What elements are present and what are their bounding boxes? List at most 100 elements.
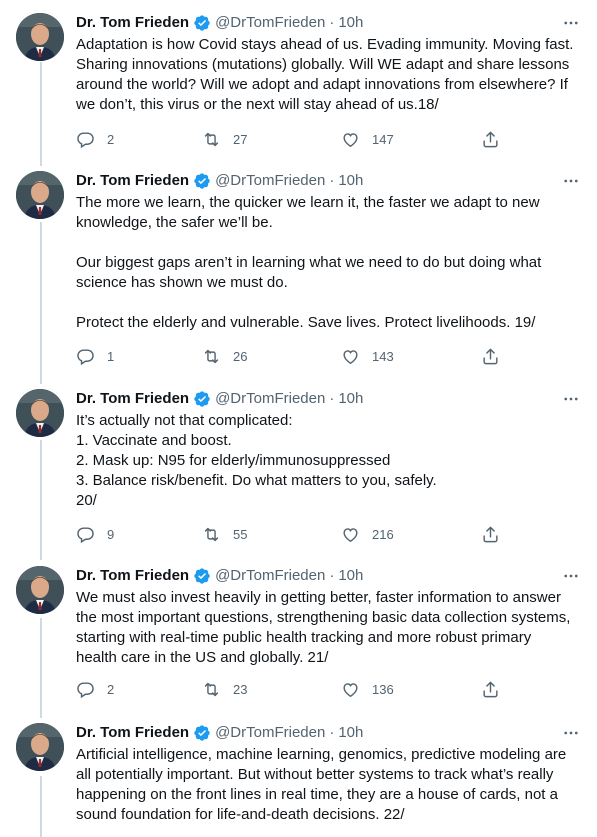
timestamp[interactable]: 10h xyxy=(338,171,363,191)
avatar[interactable] xyxy=(16,723,64,771)
share-button[interactable] xyxy=(481,130,500,149)
tweet-text: We must also invest heavily in getting b… xyxy=(76,588,576,668)
avatar[interactable] xyxy=(16,171,64,219)
separator-dot: · xyxy=(329,390,335,407)
reply-button[interactable]: 9 xyxy=(76,525,114,544)
tweet[interactable]: Dr. Tom Frieden @DrTomFrieden · 10h We m… xyxy=(0,566,597,716)
retweet-count: 55 xyxy=(233,526,248,542)
like-icon xyxy=(343,349,358,364)
more-horizontal-icon[interactable] xyxy=(561,566,581,586)
retweet-count: 23 xyxy=(233,681,248,697)
more-horizontal-icon[interactable] xyxy=(561,389,581,409)
timestamp[interactable]: 10h xyxy=(338,13,363,33)
author-name[interactable]: Dr. Tom Frieden xyxy=(76,13,189,33)
share-button[interactable] xyxy=(481,680,500,699)
avatar[interactable] xyxy=(16,13,64,61)
tweet-line: It’s actually not that complicated: xyxy=(76,412,293,429)
tweet-header: Dr. Tom Frieden @DrTomFrieden · 10h xyxy=(76,723,363,743)
tweet[interactable]: Dr. Tom Frieden @DrTomFrieden · 10h It’s… xyxy=(0,389,597,559)
avatar-image xyxy=(16,171,64,219)
tweet-paragraph: Artificial intelligence, machine learnin… xyxy=(76,746,567,823)
tweet-header: Dr. Tom Frieden @DrTomFrieden · 10h xyxy=(76,389,363,409)
tweet-text: Adaptation is how Covid stays ahead of u… xyxy=(76,35,576,115)
more-horizontal-icon[interactable] xyxy=(561,723,581,743)
reply-icon xyxy=(77,526,94,543)
verified-badge-icon xyxy=(193,390,211,408)
reply-icon xyxy=(77,681,94,698)
reply-count: 1 xyxy=(107,348,115,364)
retweet-button[interactable]: 23 xyxy=(202,680,247,699)
tweet-text: Artificial intelligence, machine learnin… xyxy=(76,745,576,825)
like-button[interactable]: 136 xyxy=(341,680,394,699)
tweet-actions: 1 26 143 xyxy=(76,346,506,366)
reply-count: 9 xyxy=(107,526,115,542)
like-count: 216 xyxy=(372,526,394,542)
verified-badge-icon xyxy=(193,14,211,32)
like-icon xyxy=(343,132,358,147)
retweet-icon xyxy=(204,527,219,541)
author-name[interactable]: Dr. Tom Frieden xyxy=(76,566,189,586)
tweet-paragraph: The more we learn, the quicker we learn … xyxy=(76,194,540,231)
avatar[interactable] xyxy=(16,389,64,437)
like-count: 136 xyxy=(372,681,394,697)
like-count: 147 xyxy=(372,131,394,147)
tweet-line: 1. Vaccinate and boost. xyxy=(76,432,232,449)
verified-badge-icon xyxy=(193,567,211,585)
reply-button[interactable]: 2 xyxy=(76,680,114,699)
tweet-text: It’s actually not that complicated: 1. V… xyxy=(76,411,576,511)
tweet-header: Dr. Tom Frieden @DrTomFrieden · 10h xyxy=(76,566,363,586)
tweet[interactable]: Dr. Tom Frieden @DrTomFrieden · 10h Adap… xyxy=(0,13,597,163)
separator-dot: · xyxy=(329,14,335,31)
retweet-icon xyxy=(204,349,219,363)
retweet-button[interactable]: 27 xyxy=(202,130,247,149)
avatar-image xyxy=(16,13,64,61)
author-name[interactable]: Dr. Tom Frieden xyxy=(76,723,189,743)
timestamp[interactable]: 10h xyxy=(338,723,363,743)
tweet[interactable]: Dr. Tom Frieden @DrTomFrieden · 10h The … xyxy=(0,171,597,381)
verified-badge-icon xyxy=(193,172,211,190)
avatar-image xyxy=(16,566,64,614)
reply-icon xyxy=(77,348,94,365)
retweet-button[interactable]: 55 xyxy=(202,525,247,544)
avatar-image xyxy=(16,389,64,437)
like-button[interactable]: 143 xyxy=(341,347,394,366)
tweet-actions: 2 23 136 xyxy=(76,679,506,699)
author-handle[interactable]: @DrTomFrieden xyxy=(215,389,325,409)
share-icon xyxy=(483,348,498,364)
timestamp[interactable]: 10h xyxy=(338,566,363,586)
reply-count: 2 xyxy=(107,681,115,697)
retweet-count: 26 xyxy=(233,348,248,364)
share-icon xyxy=(483,681,498,697)
tweet-paragraph: We must also invest heavily in getting b… xyxy=(76,589,571,666)
share-button[interactable] xyxy=(481,525,500,544)
like-button[interactable]: 216 xyxy=(341,525,394,544)
reply-button[interactable]: 2 xyxy=(76,130,114,149)
retweet-icon xyxy=(204,132,219,146)
tweet-header: Dr. Tom Frieden @DrTomFrieden · 10h xyxy=(76,171,363,191)
tweet-paragraph: Our biggest gaps aren’t in learning what… xyxy=(76,254,542,291)
tweet[interactable]: Dr. Tom Frieden @DrTomFrieden · 10h Arti… xyxy=(0,723,597,837)
tweet-line: 20/ xyxy=(76,492,97,509)
author-name[interactable]: Dr. Tom Frieden xyxy=(76,171,189,191)
share-icon xyxy=(483,131,498,147)
avatar[interactable] xyxy=(16,566,64,614)
tweet-actions: 2 27 147 xyxy=(76,129,506,149)
author-handle[interactable]: @DrTomFrieden xyxy=(215,566,325,586)
more-horizontal-icon[interactable] xyxy=(561,13,581,33)
share-button[interactable] xyxy=(481,347,500,366)
reply-button[interactable]: 1 xyxy=(76,347,114,366)
separator-dot: · xyxy=(329,724,335,741)
author-name[interactable]: Dr. Tom Frieden xyxy=(76,389,189,409)
retweet-button[interactable]: 26 xyxy=(202,347,247,366)
like-icon xyxy=(343,527,358,542)
tweet-actions: 9 55 216 xyxy=(76,524,506,544)
more-horizontal-icon[interactable] xyxy=(561,171,581,191)
like-icon xyxy=(343,682,358,697)
author-handle[interactable]: @DrTomFrieden xyxy=(215,171,325,191)
reply-count: 2 xyxy=(107,131,115,147)
tweet-header: Dr. Tom Frieden @DrTomFrieden · 10h xyxy=(76,13,363,33)
timestamp[interactable]: 10h xyxy=(338,389,363,409)
author-handle[interactable]: @DrTomFrieden xyxy=(215,723,325,743)
author-handle[interactable]: @DrTomFrieden xyxy=(215,13,325,33)
like-button[interactable]: 147 xyxy=(341,130,394,149)
